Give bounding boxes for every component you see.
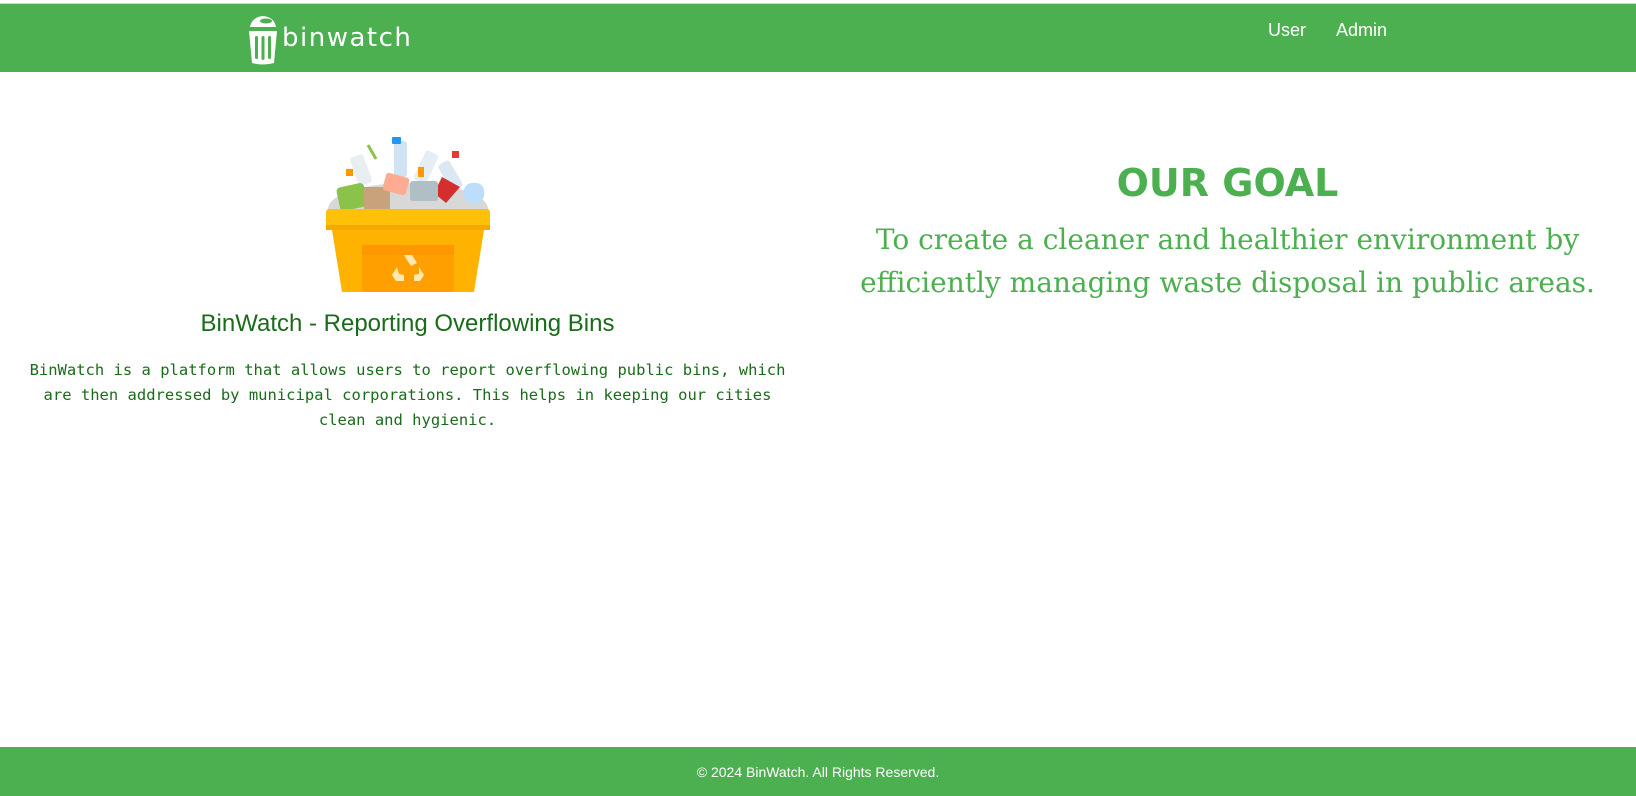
logo-text: binwatch bbox=[282, 23, 413, 53]
header-bar: binwatch User Admin bbox=[0, 3, 1636, 72]
nav-link-admin[interactable]: Admin bbox=[1336, 19, 1387, 41]
nav-link-user[interactable]: User bbox=[1268, 19, 1306, 41]
intro-title: BinWatch - Reporting Overflowing Bins bbox=[200, 310, 615, 337]
goal-text: To create a cleaner and healthier enviro… bbox=[860, 223, 1595, 299]
copyright-text: © 2024 BinWatch. All Rights Reserved. bbox=[696, 763, 940, 780]
intro-section: BinWatch - Reporting Overflowing Bins Bi… bbox=[0, 137, 815, 433]
main-nav: User Admin bbox=[1268, 19, 1387, 41]
overflowing-bin-illustration bbox=[325, 137, 490, 292]
goal-section: OUR GOAL To create a cleaner and healthi… bbox=[860, 160, 1595, 304]
goal-title: OUR GOAL bbox=[1116, 161, 1339, 205]
intro-description: BinWatch is a platform that allows users… bbox=[29, 361, 786, 429]
footer-bar: © 2024 BinWatch. All Rights Reserved. bbox=[0, 747, 1636, 796]
logo[interactable]: binwatch bbox=[246, 13, 412, 65]
trash-bin-icon bbox=[249, 16, 277, 65]
